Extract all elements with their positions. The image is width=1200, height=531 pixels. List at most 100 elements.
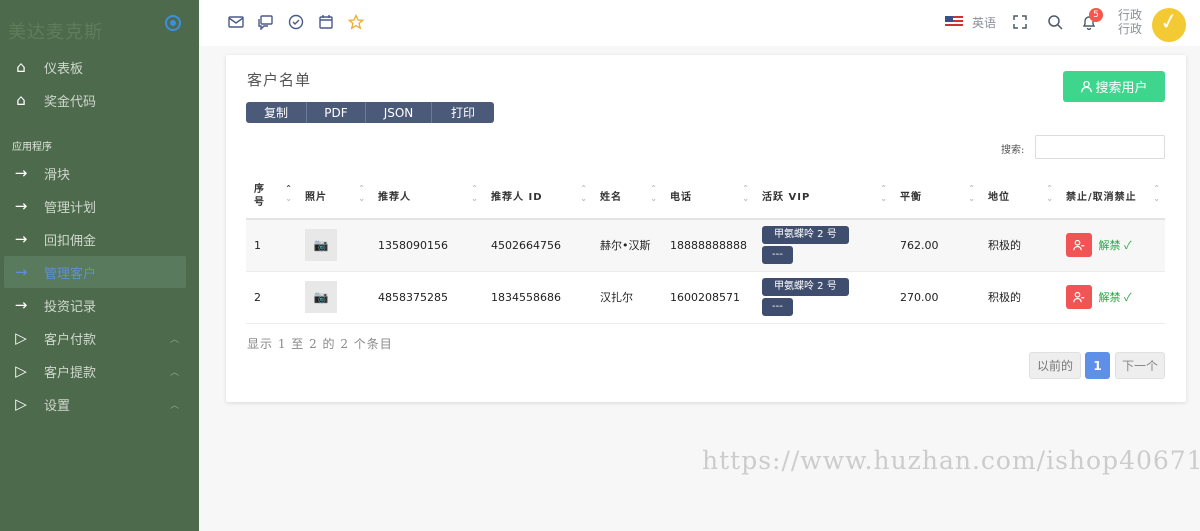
search-user-label: 搜索用户	[1095, 81, 1148, 96]
user-name-line1: 行政	[1118, 8, 1143, 22]
column-header-referrer-id[interactable]: 推荐人 ID ⌃ ⌄	[483, 173, 592, 220]
mail-icon[interactable]	[228, 14, 244, 30]
print-button[interactable]: 打印	[432, 102, 494, 123]
pdf-button[interactable]: PDF	[307, 102, 366, 123]
chevron-up-icon: ︿	[169, 400, 179, 411]
column-header-photo[interactable]: 照片 ⌃ ⌄	[297, 173, 370, 220]
cell-referrer-id: 1834558686	[483, 271, 592, 324]
arrow-right-icon: →	[14, 197, 28, 215]
vip-badge: 甲氨蝶呤 2 号	[762, 278, 849, 296]
sidebar-item-dashboard[interactable]: ⌂ 仪表板	[0, 51, 199, 83]
check-circle-icon[interactable]	[288, 14, 304, 30]
cell-photo: 📷	[297, 271, 370, 324]
sidebar-item-label: 滑块	[44, 167, 71, 183]
cell-no: 1	[246, 219, 297, 272]
sidebar-item-settings[interactable]: ▷ 设置 ︿	[0, 388, 199, 420]
avatar[interactable]	[1152, 8, 1186, 42]
language-selector[interactable]: 英语	[972, 14, 996, 31]
sidebar-item-label: 客户付款	[44, 332, 97, 348]
column-header-name[interactable]: 姓名 ⌃ ⌄	[592, 173, 662, 220]
chat-icon[interactable]	[258, 14, 274, 30]
unban-link[interactable]: 解禁 ✓	[1099, 291, 1132, 304]
cell-referrer: 1358090156	[370, 219, 483, 272]
column-header-status[interactable]: 地位 ⌃ ⌄	[980, 173, 1058, 220]
cell-balance: 762.00	[892, 219, 980, 272]
customer-list-card: 客户名单 搜索用户 复制 PDF JSON 打印 搜索: 序号 ⌃ ⌄ 照片 ⌃ ⌄ 推…	[226, 55, 1186, 402]
user-minus-icon	[1073, 291, 1085, 303]
sidebar-item-rebate-commission[interactable]: → 回扣佣金	[0, 223, 199, 255]
unban-label: 解禁	[1098, 291, 1121, 304]
copy-button[interactable]: 复制	[246, 102, 307, 123]
pager-page-1[interactable]: 1	[1085, 352, 1110, 379]
column-header-active-vip[interactable]: 活跃 VIP ⌃ ⌄	[754, 173, 892, 220]
ban-user-button[interactable]	[1066, 233, 1092, 258]
home-icon: ⌂	[16, 58, 26, 76]
sidebar-item-label: 回扣佣金	[44, 233, 97, 249]
user-minus-icon	[1073, 240, 1085, 251]
vip-badge: 甲氨蝶呤 2 号	[762, 226, 849, 245]
cell-phone: 1600208571	[662, 271, 754, 324]
sidebar-item-investment-records[interactable]: → 投资记录	[0, 289, 199, 321]
notification-badge: 5	[1089, 8, 1103, 22]
user-name[interactable]: 行政 行政	[1118, 8, 1142, 36]
sidebar-item-label: 管理计划	[44, 200, 97, 216]
table-header-row: 序号 ⌃ ⌄ 照片 ⌃ ⌄ 推荐人 ⌃ ⌄ 推荐人 ID ⌃ ⌄ 姓名 ⌃ ⌄ 电话 ⌃ ⌄ 活跃 VI…	[246, 173, 1165, 220]
arrow-right-icon: →	[14, 296, 28, 314]
cell-no: 2	[246, 271, 297, 324]
search-label: 搜索:	[1001, 145, 1025, 156]
cell-balance: 270.00	[892, 271, 980, 324]
pager-next-button[interactable]: 下一个	[1115, 352, 1165, 379]
play-icon: ▷	[15, 395, 27, 413]
sidebar-item-slider[interactable]: → 滑块	[0, 157, 199, 189]
cell-status: 积极的	[980, 219, 1058, 272]
search-user-button[interactable]: 搜索用户	[1063, 71, 1165, 102]
column-header-phone[interactable]: 电话 ⌃ ⌄	[662, 173, 754, 220]
column-header-balance[interactable]: 平衡 ⌃ ⌄	[892, 173, 980, 220]
search-input[interactable]	[1035, 135, 1165, 159]
vip-sub-badge: ---	[762, 246, 793, 265]
search-icon[interactable]	[1047, 14, 1063, 30]
arrow-right-icon: →	[14, 263, 28, 281]
arrow-right-icon: →	[14, 164, 28, 182]
json-button[interactable]: JSON	[366, 102, 432, 123]
sidebar-toggle-icon[interactable]	[165, 15, 181, 31]
user-name-line2: 行政	[1118, 22, 1143, 36]
ban-user-button[interactable]	[1066, 285, 1092, 309]
table-row: 2 📷 4858375285 1834558686 汉扎尔 1600208571…	[246, 271, 1165, 324]
cell-vip: 甲氨蝶呤 2 号 ---	[754, 271, 892, 324]
user-icon	[1081, 80, 1093, 93]
column-header-ban[interactable]: 禁止/取消禁止 ⌃ ⌄	[1058, 173, 1165, 220]
fullscreen-icon[interactable]	[1012, 14, 1028, 30]
sidebar-item-label: 奖金代码	[44, 94, 97, 110]
export-button-group: 复制 PDF JSON 打印	[246, 102, 494, 123]
cell-ban: 解禁 ✓	[1058, 271, 1165, 324]
sidebar-section-label: 应用程序	[12, 142, 52, 153]
pager-prev-button[interactable]: 以前的	[1029, 352, 1081, 379]
star-icon[interactable]	[348, 14, 364, 30]
camera-icon: 📷	[305, 281, 337, 313]
arrow-right-icon: →	[14, 230, 28, 248]
unban-link[interactable]: 解禁 ✓	[1099, 239, 1132, 252]
sidebar-item-manage-plans[interactable]: → 管理计划	[0, 190, 199, 222]
column-header-referrer[interactable]: 推荐人 ⌃ ⌄	[370, 173, 483, 220]
cell-photo: 📷	[297, 219, 370, 272]
sidebar-item-manage-customers[interactable]: → 管理客户	[4, 256, 186, 288]
us-flag-icon[interactable]	[945, 16, 963, 28]
sidebar-item-bonus-code[interactable]: ⌂ 奖金代码	[0, 84, 199, 116]
brand-logo[interactable]: 美达麦克斯	[8, 18, 103, 44]
sidebar: 美达麦克斯 ⌂ 仪表板 ⌂ 奖金代码 应用程序 → 滑块 → 管理计划 → 回扣…	[0, 0, 199, 531]
sidebar-item-customer-payments[interactable]: ▷ 客户付款 ︿	[0, 322, 199, 354]
chevron-up-icon: ︿	[169, 367, 179, 378]
cell-phone: 18888888888	[662, 219, 754, 272]
check-icon: ✓	[1124, 239, 1132, 253]
cell-status: 积极的	[980, 271, 1058, 324]
sidebar-item-label: 仪表板	[44, 61, 84, 77]
cell-ban: 解禁 ✓	[1058, 219, 1165, 272]
vip-sub-badge: ---	[762, 298, 793, 316]
cell-name: 汉扎尔	[592, 271, 662, 324]
sidebar-item-customer-withdrawals[interactable]: ▷ 客户提款 ︿	[0, 355, 199, 387]
column-header-no[interactable]: 序号 ⌃ ⌄	[246, 173, 297, 220]
table-row: 1 📷 1358090156 4502664756 赫尔•汉斯 18888888…	[246, 219, 1165, 272]
home-icon: ⌂	[16, 91, 26, 109]
calendar-icon[interactable]	[318, 14, 334, 30]
